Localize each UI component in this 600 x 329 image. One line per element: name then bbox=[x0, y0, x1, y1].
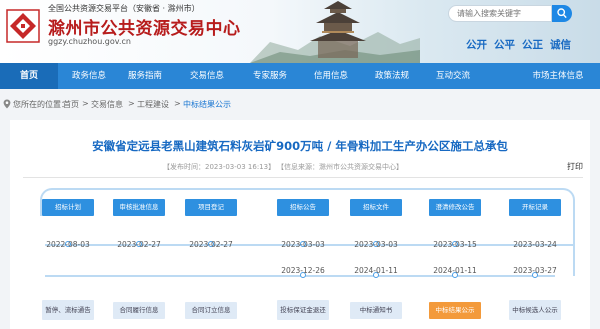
divider bbox=[23, 177, 583, 178]
step-date: 2023-03-03 bbox=[281, 240, 325, 249]
step-date: 2023-03-24 bbox=[513, 240, 557, 249]
step-deposit-refund[interactable]: 投标保证金退还 bbox=[277, 300, 329, 320]
location-pin-icon bbox=[3, 99, 11, 109]
step-contract-signing[interactable]: 合同订立信息 bbox=[185, 302, 237, 319]
step-date: 2023-02-27 bbox=[189, 240, 233, 249]
nav-item-policy[interactable]: 政策法规 bbox=[365, 63, 419, 89]
step-bid-document[interactable]: 招标文件 bbox=[350, 199, 402, 216]
step-date: 2023-03-27 bbox=[513, 266, 557, 275]
search-button[interactable] bbox=[552, 5, 572, 22]
slogan-just: 公正 bbox=[522, 39, 543, 51]
step-date: 2024-01-11 bbox=[354, 266, 398, 275]
nav-item-credit-info[interactable]: 信用信息 bbox=[304, 63, 358, 89]
article-card: 安徽省定远县老黑山建筑石料灰岩矿900万吨 / 年骨料加工生产办公区施工总承包 … bbox=[10, 120, 590, 329]
step-date: 2023-03-03 bbox=[354, 240, 398, 249]
nav-item-trade-info[interactable]: 交易信息 bbox=[180, 63, 234, 89]
nav-item-expert-service[interactable]: 专家服务 bbox=[243, 63, 297, 89]
step-date: 2024-01-11 bbox=[433, 266, 477, 275]
step-award-result[interactable]: 中标结果公示 bbox=[429, 302, 481, 319]
step-date: 2022-08-03 bbox=[46, 240, 90, 249]
search-input[interactable] bbox=[448, 5, 552, 22]
slogan-integrity: 诚信 bbox=[550, 39, 571, 51]
breadcrumb-home[interactable]: 首页 bbox=[63, 99, 79, 110]
main-nav: 首页 政务信息 服务指南 交易信息 专家服务 信用信息 政策法规 互动交流 市场… bbox=[0, 63, 600, 89]
breadcrumb-sep: > bbox=[128, 99, 135, 108]
step-award-notice[interactable]: 中标通知书 bbox=[350, 302, 402, 319]
slogan-open: 公开 bbox=[466, 39, 487, 51]
nav-item-service-guide[interactable]: 服务指南 bbox=[118, 63, 172, 89]
platform-subtitle: 全国公共资源交易平台（安徽省 · 滁州市） bbox=[48, 4, 200, 13]
slogan-fair: 公平 bbox=[494, 39, 515, 51]
site-domain: ggzy.chuzhou.gov.cn bbox=[48, 37, 131, 46]
breadcrumb: 您所在的位置： 首页 > 交易信息 > 工程建设 > 中标结果公示 bbox=[0, 96, 600, 112]
info-source: 【信息来源：滁州市公共资源交易中心】 bbox=[277, 163, 403, 171]
step-date: 2023-12-26 bbox=[281, 266, 325, 275]
nav-item-government-info[interactable]: 政务信息 bbox=[62, 63, 116, 89]
site-header: 全国公共资源交易平台（安徽省 · 滁州市） 滁州市公共资源交易中心 ggzy.c… bbox=[0, 0, 600, 63]
step-date: 2023-02-27 bbox=[117, 240, 161, 249]
step-contract-performance[interactable]: 合同履行信息 bbox=[113, 302, 165, 319]
site-logo-icon bbox=[6, 9, 40, 43]
step-candidate-announcement[interactable]: 中标候选人公示 bbox=[509, 300, 561, 320]
article-title: 安徽省定远县老黑山建筑石料灰岩矿900万吨 / 年骨料加工生产办公区施工总承包 bbox=[92, 139, 508, 153]
breadcrumb-sep: > bbox=[82, 99, 89, 108]
breadcrumb-engineering[interactable]: 工程建设 bbox=[137, 99, 169, 110]
step-bid-plan[interactable]: 招标计划 bbox=[42, 199, 94, 216]
breadcrumb-label: 您所在的位置： bbox=[13, 100, 69, 109]
publish-time: 【发布时间：2023-03-03 16:13】 bbox=[163, 163, 276, 171]
print-button[interactable]: 打印 bbox=[567, 161, 583, 172]
breadcrumb-trade-info[interactable]: 交易信息 bbox=[91, 99, 123, 110]
search-icon bbox=[557, 8, 567, 19]
pavilion-banner-image bbox=[250, 1, 420, 63]
breadcrumb-sep: > bbox=[174, 99, 181, 108]
step-bid-announcement[interactable]: 招标公告 bbox=[277, 199, 329, 216]
nav-item-interaction[interactable]: 互动交流 bbox=[425, 63, 481, 89]
breadcrumb-current: 中标结果公示 bbox=[183, 100, 231, 109]
step-bid-opening[interactable]: 开标记录 bbox=[509, 199, 561, 216]
nav-item-home[interactable]: 首页 bbox=[0, 63, 58, 89]
step-date: 2023-03-15 bbox=[433, 240, 477, 249]
step-approval-info[interactable]: 审核批准信息 bbox=[113, 199, 165, 216]
step-suspension-notice[interactable]: 暂停、流标通告 bbox=[42, 300, 94, 320]
site-title[interactable]: 滁州市公共资源交易中心 bbox=[48, 14, 241, 39]
nav-item-market-entity[interactable]: 市场主体信息 bbox=[518, 63, 598, 89]
step-project-registration[interactable]: 项目登记 bbox=[185, 199, 237, 216]
step-clarification[interactable]: 澄清修改公告 bbox=[429, 199, 481, 216]
